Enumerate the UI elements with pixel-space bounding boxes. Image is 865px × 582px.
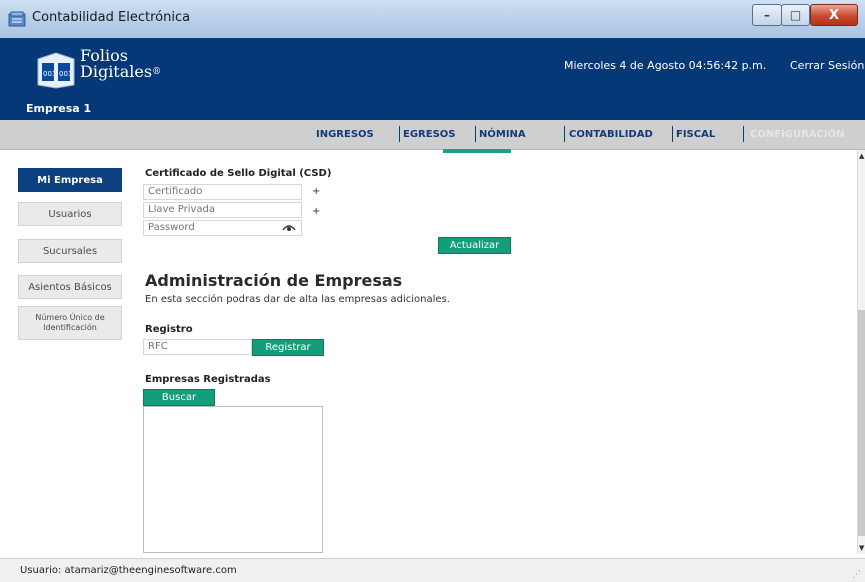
sidebar-item-asientos-basicos[interactable]: Asientos Básicos: [18, 275, 122, 299]
status-user: Usuario: atamariz@theenginesoftware.com: [20, 565, 237, 576]
sidebar-item-mi-empresa[interactable]: Mi Empresa: [18, 168, 122, 192]
admin-description: En esta sección podras dar de alta las e…: [145, 294, 450, 305]
scrollbar-thumb[interactable]: [858, 310, 865, 536]
nav-nomina[interactable]: NÓMINA: [479, 129, 526, 140]
empresas-list[interactable]: [143, 406, 323, 553]
close-button[interactable]: X: [810, 4, 858, 26]
arrow-down-icon[interactable]: ▼: [859, 544, 864, 552]
nav-separator: [743, 126, 744, 142]
app-window: Contabilidad Electrónica – □ X 001 001 F…: [0, 0, 865, 582]
nav-separator: [475, 126, 476, 142]
current-datetime: Miercoles 4 de Agosto 04:56:42 p.m.: [564, 59, 767, 72]
sidebar-item-usuarios[interactable]: Usuarios: [18, 202, 122, 226]
registro-title: Registro: [145, 324, 193, 335]
sidebar-item-sucursales[interactable]: Sucursales: [18, 239, 122, 263]
svg-text:001: 001: [43, 70, 56, 78]
search-button[interactable]: Buscar: [143, 389, 215, 406]
company-name: Empresa 1: [26, 102, 92, 115]
empresas-title: Empresas Registradas: [145, 374, 271, 385]
window-titlebar[interactable]: Contabilidad Electrónica – □ X: [0, 0, 865, 38]
nav-active-indicator: [443, 149, 511, 153]
password-input[interactable]: [148, 222, 278, 233]
password-field[interactable]: [143, 220, 302, 236]
logo-text-2: Digitales®: [80, 64, 161, 80]
nav-separator: [564, 126, 565, 142]
add-certificado-button[interactable]: +: [312, 186, 320, 197]
arrow-up-icon[interactable]: ▲: [859, 152, 864, 160]
nav-separator: [399, 126, 400, 142]
status-bar: Usuario: atamariz@theenginesoftware.com …: [0, 558, 865, 582]
folders-logo-icon: 001 001: [37, 52, 75, 89]
csd-section-title: Certificado de Sello Digital (CSD): [145, 168, 332, 179]
logout-link[interactable]: Cerrar Sesión: [790, 59, 864, 72]
logo-text-digitales: Digitales: [80, 62, 153, 81]
window-title: Contabilidad Electrónica: [32, 10, 191, 25]
nav-contabilidad[interactable]: CONTABILIDAD: [569, 129, 653, 140]
maximize-icon: □: [789, 8, 802, 22]
nav-separator: [672, 126, 673, 142]
registered-mark: ®: [152, 67, 162, 77]
minimize-button[interactable]: –: [752, 4, 782, 26]
admin-title: Administración de Empresas: [145, 271, 403, 290]
close-icon: X: [828, 7, 840, 23]
nav-configuracion[interactable]: CONFIGURACIÓN: [750, 129, 844, 140]
rfc-input[interactable]: [148, 341, 243, 352]
nav-fiscal[interactable]: FISCAL: [676, 129, 715, 140]
certificado-input[interactable]: [148, 186, 278, 197]
add-llave-button[interactable]: +: [312, 206, 320, 217]
nav-ingresos[interactable]: INGRESOS: [316, 129, 374, 140]
sidebar-item-numero-unico[interactable]: Número Único de Identificación: [18, 306, 122, 340]
svg-text:001: 001: [59, 70, 72, 78]
register-button[interactable]: Registrar: [252, 339, 324, 356]
maximize-button[interactable]: □: [781, 4, 810, 26]
eye-icon[interactable]: [282, 223, 296, 232]
minimize-icon: –: [764, 8, 770, 22]
certificado-field[interactable]: [143, 184, 302, 200]
llave-privada-input[interactable]: [148, 204, 278, 215]
update-button[interactable]: Actualizar: [438, 237, 511, 254]
vertical-scrollbar[interactable]: ▲ ▼: [857, 150, 865, 554]
nav-egresos[interactable]: EGRESOS: [403, 129, 455, 140]
resize-grip-icon[interactable]: ⋰: [852, 570, 861, 580]
llave-privada-field[interactable]: [143, 202, 302, 218]
ledger-icon: [8, 11, 26, 27]
app-header: 001 001 Folios Digitales® Empresa 1 Mier…: [0, 38, 865, 120]
main-nav: INGRESOS EGRESOS NÓMINA CONTABILIDAD FIS…: [0, 120, 865, 150]
rfc-field[interactable]: [143, 339, 252, 355]
